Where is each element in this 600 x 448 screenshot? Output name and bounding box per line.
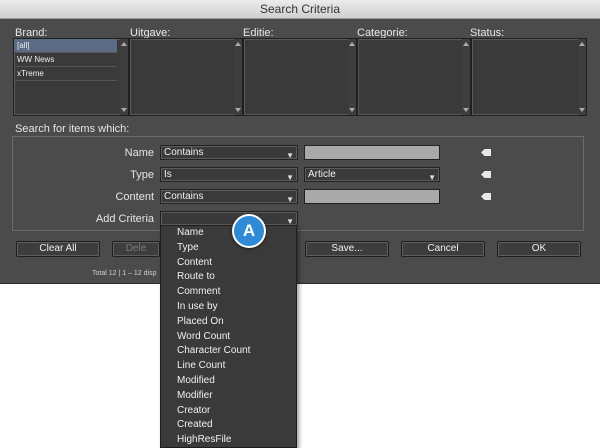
criteria-type-label: Type [130,169,154,181]
scroll-up-icon[interactable] [463,42,469,46]
scroll-up-icon[interactable] [235,42,241,46]
search-criteria-dialog: Search Criteria Brand: Uitgave: Editie: … [0,0,600,284]
cancel-button[interactable]: Cancel [401,241,485,257]
chevron-down-icon: ▼ [286,195,294,204]
brand-item-all[interactable]: [all] [14,39,117,53]
type-value-dropdown[interactable]: Article ▼ [304,167,440,182]
menu-item-created[interactable]: Created [161,418,296,433]
type-operator-value: Is [164,169,172,180]
chevron-down-icon: ▼ [428,173,436,182]
editie-scrollbar[interactable] [348,39,356,115]
name-operator-value: Contains [164,147,204,158]
add-criteria-menu[interactable]: Name Type Content Route to Comment In us… [160,225,297,448]
menu-item-modified[interactable]: Modified [161,374,296,389]
scroll-down-icon[interactable] [121,108,127,112]
name-value-field[interactable] [304,145,440,160]
menu-item-content[interactable]: Content [161,256,296,271]
search-section-label: Search for items which: [15,123,130,135]
categorie-scrollbar[interactable] [462,39,470,115]
chevron-down-icon: ▼ [286,173,294,182]
brand-item-xtreme[interactable]: xTreme [14,67,117,81]
add-criteria-label: Add Criteria [95,213,154,225]
menu-item-highresfile[interactable]: HighResFile [161,433,296,448]
clear-all-button[interactable]: Clear All [16,241,100,257]
save-button[interactable]: Save... [305,241,389,257]
callout-badge: A [232,214,266,248]
menu-item-in-use-by[interactable]: In use by [161,300,296,315]
menu-item-creator[interactable]: Creator [161,404,296,419]
menu-item-placed-on[interactable]: Placed On [161,315,296,330]
result-count-text: Total 12 | 1 – 12 disp [92,270,157,277]
menu-item-modifier[interactable]: Modifier [161,389,296,404]
scroll-down-icon[interactable] [349,108,355,112]
scroll-up-icon[interactable] [349,42,355,46]
content-value-field[interactable] [304,189,440,204]
brand-item-ww-news[interactable]: WW News [14,53,117,67]
chevron-down-icon: ▼ [286,151,294,160]
type-operator-dropdown[interactable]: Is ▼ [160,167,298,182]
delete-button[interactable]: Dele [112,241,160,257]
window-title: Search Criteria [0,0,600,19]
uitgave-list[interactable] [129,38,243,116]
status-list[interactable] [471,38,587,116]
scroll-up-icon[interactable] [579,42,585,46]
criteria-content-label: Content [115,191,154,203]
content-operator-value: Contains [164,191,204,202]
content-operator-dropdown[interactable]: Contains ▼ [160,189,298,204]
uitgave-scrollbar[interactable] [234,39,242,115]
status-scrollbar[interactable] [578,39,586,115]
menu-item-word-count[interactable]: Word Count [161,330,296,345]
menu-item-route-to[interactable]: Route to [161,270,296,285]
name-operator-dropdown[interactable]: Contains ▼ [160,145,298,160]
scroll-up-icon[interactable] [121,42,127,46]
ok-button[interactable]: OK [497,241,581,257]
menu-item-type[interactable]: Type [161,241,296,256]
brand-list[interactable]: [all] WW News xTreme [13,38,129,116]
brand-scrollbar[interactable] [120,39,128,115]
menu-item-character-count[interactable]: Character Count [161,344,296,359]
add-criteria-dropdown[interactable]: ▼ [160,211,298,226]
menu-item-line-count[interactable]: Line Count [161,359,296,374]
type-value: Article [308,169,336,180]
criteria-name-label: Name [124,147,154,159]
menu-item-comment[interactable]: Comment [161,285,296,300]
scroll-down-icon[interactable] [235,108,241,112]
scroll-down-icon[interactable] [579,108,585,112]
menu-item-name[interactable]: Name [161,226,296,241]
categorie-list[interactable] [357,38,471,116]
scroll-down-icon[interactable] [463,108,469,112]
editie-list[interactable] [243,38,357,116]
